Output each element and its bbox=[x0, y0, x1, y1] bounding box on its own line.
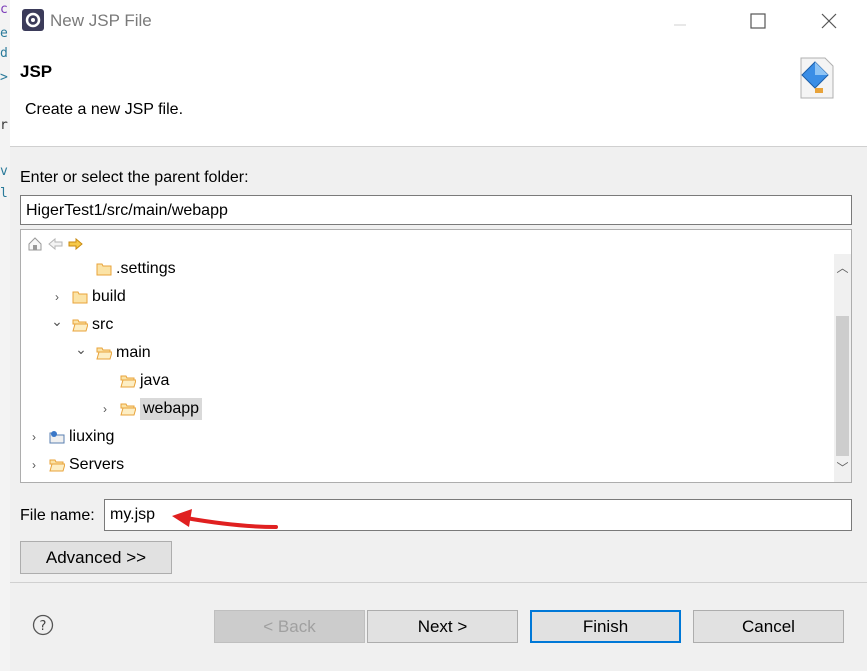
folder-open-icon bbox=[49, 459, 65, 472]
tree-item-build[interactable]: › build bbox=[50, 284, 126, 310]
tree-item-main[interactable]: ⌄ main bbox=[74, 340, 151, 366]
scroll-up-icon[interactable]: ︿ bbox=[834, 259, 851, 277]
folder-open-icon bbox=[96, 347, 112, 360]
bg-char: e bbox=[0, 26, 8, 41]
window-title: New JSP File bbox=[50, 11, 152, 30]
next-button[interactable]: Next > bbox=[367, 610, 518, 643]
tree-item-webapp[interactable]: › webapp bbox=[98, 396, 203, 422]
scroll-thumb[interactable] bbox=[836, 316, 849, 456]
project-icon bbox=[49, 431, 65, 444]
folder-icon bbox=[72, 291, 88, 304]
folder-open-icon bbox=[120, 375, 136, 388]
advanced-button[interactable]: Advanced >> bbox=[20, 541, 172, 574]
close-icon[interactable] bbox=[814, 8, 844, 34]
back-arrow-icon[interactable] bbox=[48, 237, 63, 251]
bg-char: c bbox=[0, 2, 8, 17]
tree-item-label: .settings bbox=[116, 260, 176, 277]
chevron-right-icon[interactable]: › bbox=[98, 402, 112, 416]
tree-item-label: webapp bbox=[140, 398, 203, 420]
cancel-button[interactable]: Cancel bbox=[693, 610, 844, 643]
tree-item-label: build bbox=[92, 288, 126, 305]
tree-item-settings[interactable]: .settings bbox=[74, 256, 176, 282]
new-jsp-file-dialog: New JSP File JSP Create a new JSP file. … bbox=[10, 0, 867, 671]
chevron-down-icon[interactable]: ⌄ bbox=[50, 313, 64, 330]
tree-item-src[interactable]: ⌄ src bbox=[50, 312, 113, 338]
folder-tree[interactable]: .settings › build ⌄ src ⌄ main java › webapp › liux… bbox=[20, 229, 852, 483]
scroll-down-icon[interactable]: ﹀ bbox=[834, 459, 851, 477]
file-name-label: File name: bbox=[20, 507, 95, 524]
bg-char: d bbox=[0, 46, 8, 61]
bg-char: l bbox=[0, 186, 8, 201]
folder-icon bbox=[96, 263, 112, 276]
tree-scrollbar[interactable]: ︿ ﹀ bbox=[834, 254, 851, 482]
folder-open-icon bbox=[72, 319, 88, 332]
title-bar: New JSP File bbox=[10, 0, 867, 42]
forward-arrow-icon[interactable] bbox=[68, 237, 83, 251]
tree-item-label: src bbox=[92, 316, 114, 333]
chevron-right-icon[interactable]: › bbox=[50, 290, 64, 304]
chevron-down-icon[interactable]: ⌄ bbox=[74, 341, 88, 358]
background-editor-strip: c e d > r v l bbox=[0, 0, 10, 671]
parent-folder-label: Enter or select the parent folder: bbox=[20, 169, 249, 186]
tree-item-label: main bbox=[116, 344, 151, 361]
help-icon[interactable]: ? bbox=[32, 614, 54, 636]
page-title: JSP bbox=[20, 62, 53, 81]
folder-open-icon bbox=[120, 403, 136, 416]
tree-nav-bar bbox=[28, 237, 83, 251]
tree-item-label: Servers bbox=[69, 456, 125, 473]
home-icon[interactable] bbox=[28, 237, 42, 251]
jsp-wizard-icon bbox=[800, 57, 834, 99]
button-bar-separator bbox=[10, 582, 867, 583]
parent-folder-input[interactable]: HigerTest1/src/main/webapp bbox=[20, 195, 852, 225]
chevron-right-icon[interactable]: › bbox=[27, 430, 41, 444]
tree-item-label: java bbox=[140, 372, 170, 389]
wizard-header: JSP Create a new JSP file. bbox=[10, 42, 867, 147]
eclipse-gear-icon bbox=[22, 9, 44, 31]
tree-item-label: liuxing bbox=[69, 428, 115, 445]
tree-item-liuxing[interactable]: › liuxing bbox=[27, 424, 114, 450]
tree-item-java[interactable]: java bbox=[98, 368, 169, 394]
back-button[interactable]: < Back bbox=[214, 610, 365, 643]
finish-button[interactable]: Finish bbox=[530, 610, 681, 643]
page-description: Create a new JSP file. bbox=[25, 101, 184, 118]
red-annotation-arrow bbox=[172, 509, 278, 529]
bg-char: > bbox=[0, 70, 8, 85]
bg-char: r bbox=[0, 118, 8, 133]
chevron-right-icon[interactable]: › bbox=[27, 458, 41, 472]
tree-item-servers[interactable]: › Servers bbox=[27, 452, 124, 478]
svg-text:?: ? bbox=[40, 619, 47, 634]
minimize-icon[interactable] bbox=[665, 8, 695, 34]
bg-char: v bbox=[0, 164, 8, 179]
maximize-icon[interactable] bbox=[742, 8, 772, 34]
